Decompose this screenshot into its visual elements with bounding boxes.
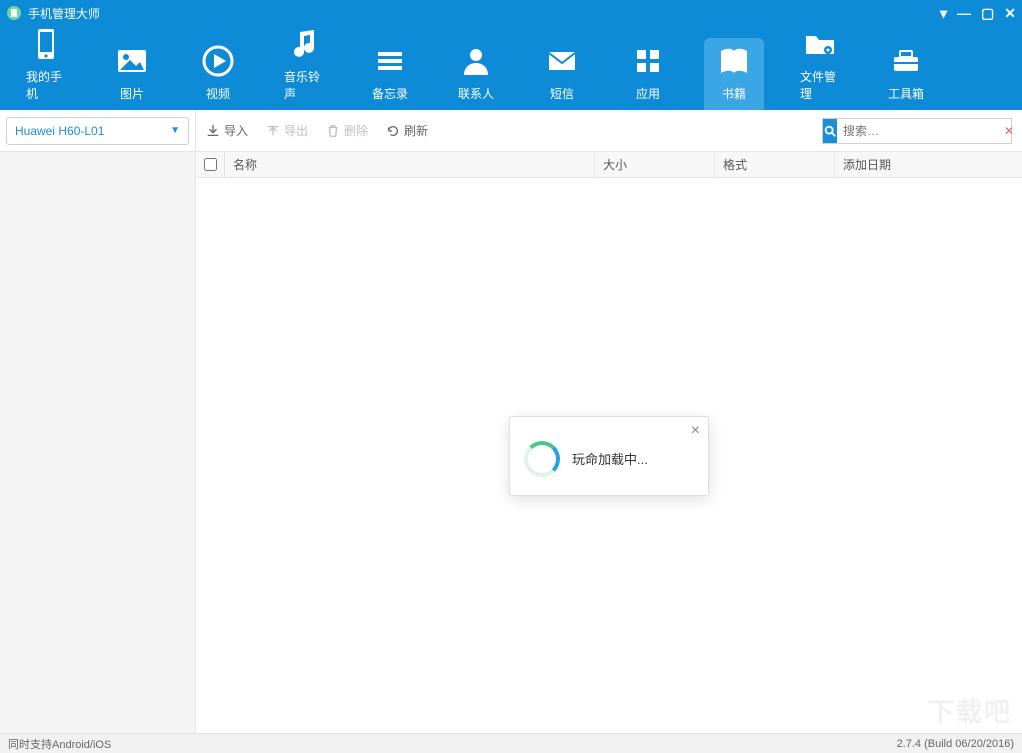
export-button: 导出 bbox=[266, 122, 308, 139]
export-icon bbox=[266, 124, 280, 138]
column-format[interactable]: 格式 bbox=[714, 152, 834, 177]
loading-dialog: × 玩命加载中... bbox=[509, 416, 709, 496]
toolbox-icon bbox=[888, 43, 924, 79]
nav-my-phone[interactable]: 我的手机 bbox=[16, 38, 76, 110]
nav-label: 书籍 bbox=[722, 85, 746, 102]
main-nav: 我的手机 图片 视频 音乐铃声 备忘录 联系人 短信 应用 书籍 文件管理 工具… bbox=[0, 26, 1022, 110]
left-sidebar bbox=[0, 152, 196, 733]
delete-button: 删除 bbox=[326, 122, 368, 139]
search-clear-button[interactable]: ✕ bbox=[1004, 124, 1014, 138]
trash-icon bbox=[326, 124, 340, 138]
column-date-added[interactable]: 添加日期 bbox=[834, 152, 1022, 177]
content-pane: 名称 大小 格式 添加日期 × 玩命加载中... 下载吧 bbox=[196, 152, 1022, 733]
spinner-icon bbox=[524, 441, 560, 477]
grid-icon bbox=[630, 43, 666, 79]
folder-gear-icon bbox=[802, 26, 838, 62]
window-close-button[interactable]: ✕ bbox=[1004, 6, 1016, 20]
nav-photos[interactable]: 图片 bbox=[102, 38, 162, 110]
nav-tools[interactable]: 工具箱 bbox=[876, 38, 936, 110]
nav-label: 联系人 bbox=[458, 85, 494, 102]
list-icon bbox=[372, 43, 408, 79]
device-selector[interactable]: Huawei H60-L01 ▼ bbox=[6, 117, 189, 145]
app-title: 手机管理大师 bbox=[28, 5, 100, 22]
nav-files[interactable]: 文件管理 bbox=[790, 38, 850, 110]
dialog-close-button[interactable]: × bbox=[691, 423, 700, 439]
window-controls: ▾ — ▢ ✕ bbox=[940, 6, 1016, 20]
nav-label: 备忘录 bbox=[372, 85, 408, 102]
nav-music[interactable]: 音乐铃声 bbox=[274, 38, 334, 110]
import-icon bbox=[206, 124, 220, 138]
loading-text: 玩命加载中... bbox=[572, 449, 648, 468]
status-version: 2.7.4 (Build 06/20/2016) bbox=[897, 738, 1014, 750]
person-icon bbox=[458, 43, 494, 79]
main-area: 名称 大小 格式 添加日期 × 玩命加载中... 下载吧 bbox=[0, 152, 1022, 733]
nav-label: 图片 bbox=[120, 85, 144, 102]
window-menu-button[interactable]: ▾ bbox=[940, 6, 947, 20]
nav-label: 文件管理 bbox=[800, 68, 840, 102]
app-icon bbox=[6, 5, 22, 21]
nav-contacts[interactable]: 联系人 bbox=[446, 38, 506, 110]
play-icon bbox=[200, 43, 236, 79]
phone-icon bbox=[28, 26, 64, 62]
status-left: 同时支持Android/iOS bbox=[8, 736, 111, 752]
book-icon bbox=[716, 43, 752, 79]
import-button[interactable]: 导入 bbox=[206, 122, 248, 139]
nav-label: 视频 bbox=[206, 85, 230, 102]
search-input[interactable] bbox=[837, 124, 1004, 138]
refresh-button[interactable]: 刷新 bbox=[386, 122, 428, 139]
table-body: × 玩命加载中... 下载吧 bbox=[196, 178, 1022, 733]
nav-label: 音乐铃声 bbox=[284, 68, 324, 102]
window-maximize-button[interactable]: ▢ bbox=[981, 6, 994, 20]
refresh-icon bbox=[386, 124, 400, 138]
search-icon[interactable] bbox=[823, 119, 837, 143]
device-selector-area: Huawei H60-L01 ▼ bbox=[0, 110, 196, 151]
mail-icon bbox=[544, 43, 580, 79]
export-label: 导出 bbox=[284, 122, 308, 139]
action-toolbar: 导入 导出 删除 刷新 ✕ bbox=[196, 110, 1022, 151]
nav-notes[interactable]: 备忘录 bbox=[360, 38, 420, 110]
music-icon bbox=[286, 26, 322, 62]
window-minimize-button[interactable]: — bbox=[957, 6, 971, 20]
column-name[interactable]: 名称 bbox=[224, 152, 594, 177]
sub-toolbar: Huawei H60-L01 ▼ 导入 导出 删除 刷新 ✕ bbox=[0, 110, 1022, 152]
status-bar: 同时支持Android/iOS 2.7.4 (Build 06/20/2016) bbox=[0, 733, 1022, 753]
device-name: Huawei H60-L01 bbox=[15, 124, 104, 138]
table-header: 名称 大小 格式 添加日期 bbox=[196, 152, 1022, 178]
nav-label: 短信 bbox=[550, 85, 574, 102]
import-label: 导入 bbox=[224, 122, 248, 139]
select-all-cell bbox=[196, 158, 224, 171]
nav-books[interactable]: 书籍 bbox=[704, 38, 764, 110]
column-size[interactable]: 大小 bbox=[594, 152, 714, 177]
select-all-checkbox[interactable] bbox=[204, 158, 217, 171]
delete-label: 删除 bbox=[344, 122, 368, 139]
nav-label: 应用 bbox=[636, 85, 660, 102]
nav-sms[interactable]: 短信 bbox=[532, 38, 592, 110]
nav-apps[interactable]: 应用 bbox=[618, 38, 678, 110]
refresh-label: 刷新 bbox=[404, 122, 428, 139]
nav-label: 工具箱 bbox=[888, 85, 924, 102]
chevron-down-icon: ▼ bbox=[170, 125, 180, 136]
nav-label: 我的手机 bbox=[26, 68, 66, 102]
watermark: 下载吧 bbox=[928, 692, 1012, 729]
title-bar: 手机管理大师 ▾ — ▢ ✕ bbox=[0, 0, 1022, 26]
nav-videos[interactable]: 视频 bbox=[188, 38, 248, 110]
image-icon bbox=[114, 43, 150, 79]
search-box: ✕ bbox=[822, 118, 1012, 144]
